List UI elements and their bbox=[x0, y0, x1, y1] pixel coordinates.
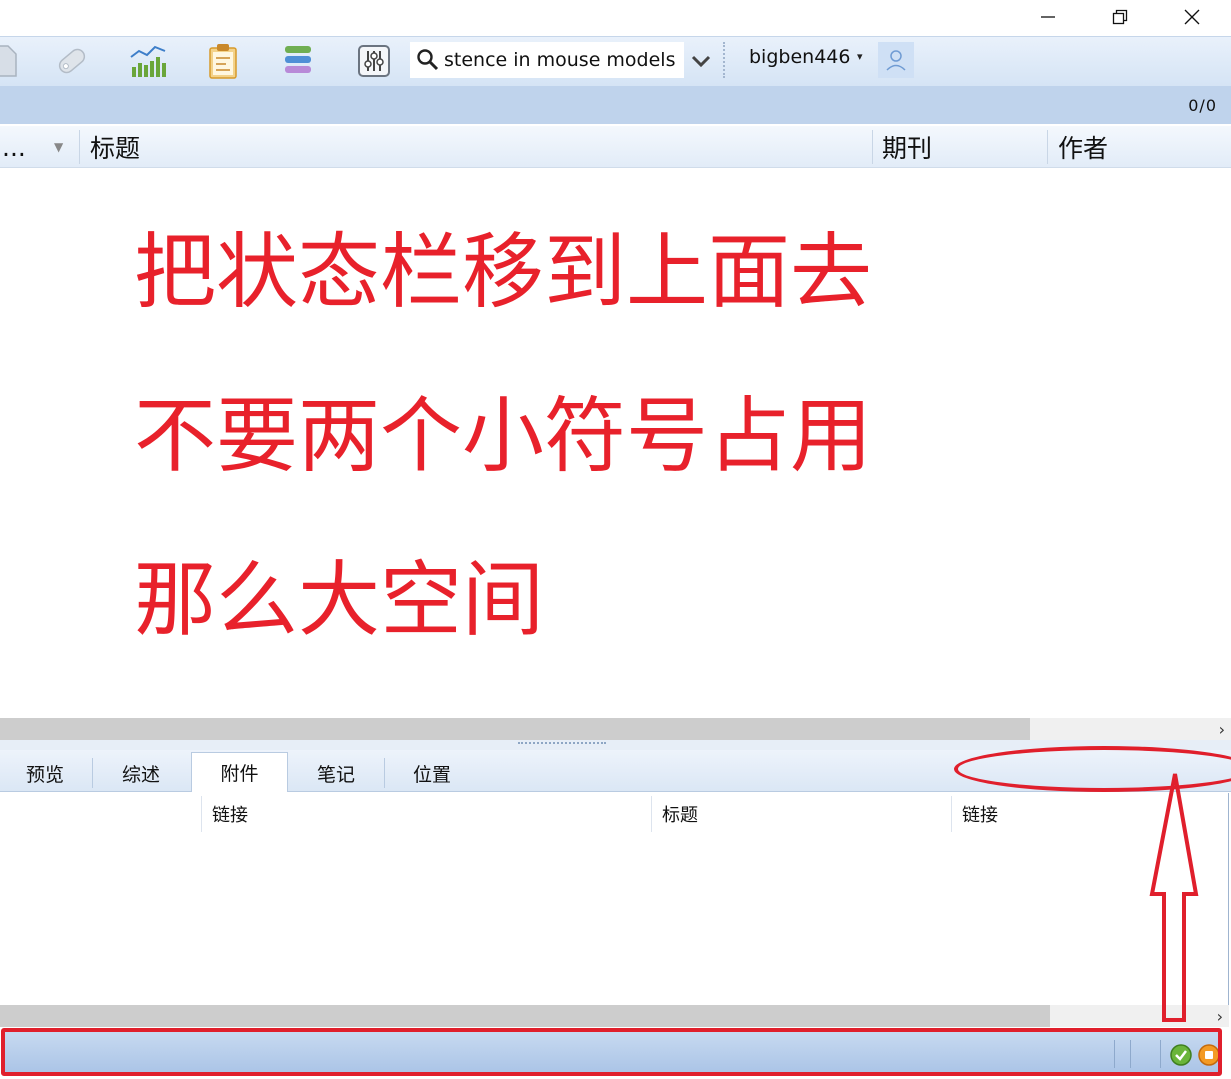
attachments-horizontal-scrollbar[interactable]: › bbox=[0, 1005, 1229, 1027]
column-header-journal[interactable]: 期刊 bbox=[882, 126, 932, 168]
annotation-line-3: 那么大空间 bbox=[134, 553, 545, 648]
column-header-title[interactable]: 标题 bbox=[90, 126, 140, 168]
restore-button[interactable] bbox=[1084, 0, 1156, 34]
column-divider[interactable] bbox=[872, 130, 873, 164]
annotation-line-2: 不要两个小符号占用 bbox=[134, 389, 873, 484]
attachment-column-link[interactable]: 链接 bbox=[201, 796, 248, 832]
scrollbar-thumb[interactable] bbox=[0, 1005, 1050, 1027]
tab-preview[interactable]: 预览 bbox=[0, 754, 90, 792]
document-icon[interactable] bbox=[0, 42, 22, 80]
scroll-right-icon[interactable]: › bbox=[1217, 1005, 1223, 1027]
column-label: ... bbox=[2, 132, 26, 162]
search-dropdown-button[interactable] bbox=[688, 48, 714, 74]
close-button[interactable] bbox=[1156, 0, 1228, 34]
tab-label: 附件 bbox=[220, 763, 259, 785]
restore-icon bbox=[1112, 9, 1128, 25]
tab-attachments[interactable]: 附件 bbox=[191, 752, 288, 792]
user-dropdown-icon[interactable]: ▾ bbox=[857, 50, 863, 63]
search-input[interactable]: stence in mouse models bbox=[410, 42, 684, 78]
tab-label: 综述 bbox=[121, 763, 160, 786]
column-label: 标题 bbox=[662, 805, 698, 826]
column-label: 标题 bbox=[90, 134, 141, 163]
tag-icon[interactable] bbox=[52, 42, 92, 80]
chevron-down-icon bbox=[691, 55, 711, 68]
column-label: 链接 bbox=[212, 805, 248, 826]
column-label: 链接 bbox=[962, 805, 998, 826]
splitter-grip[interactable] bbox=[518, 742, 606, 746]
search-value: stence in mouse models bbox=[444, 49, 676, 71]
annotation-up-arrow-icon bbox=[1149, 773, 1199, 1022]
equalizer-icon[interactable] bbox=[354, 42, 394, 80]
scrollbar-thumb[interactable] bbox=[0, 718, 1030, 740]
scroll-right-icon[interactable]: › bbox=[1219, 718, 1225, 740]
close-icon bbox=[1184, 9, 1200, 25]
annotation-line-1: 把状态栏移到上面去 bbox=[134, 225, 873, 320]
tab-label: 笔记 bbox=[316, 763, 355, 786]
tab-location[interactable]: 位置 bbox=[385, 754, 479, 792]
chart-icon[interactable] bbox=[128, 42, 168, 80]
column-divider[interactable] bbox=[1047, 130, 1048, 164]
username-label[interactable]: bigben446 bbox=[749, 46, 850, 68]
result-count: 0/0 bbox=[1188, 96, 1217, 115]
attachment-column-link-2[interactable]: 链接 bbox=[951, 796, 998, 832]
tab-label: 预览 bbox=[25, 763, 64, 786]
minimize-button[interactable] bbox=[1012, 0, 1084, 34]
column-header-author[interactable]: 作者 bbox=[1058, 126, 1108, 168]
user-icon bbox=[886, 50, 906, 71]
attachments-panel bbox=[0, 793, 1229, 1023]
title-bar bbox=[0, 0, 1231, 36]
tab-summary[interactable]: 综述 bbox=[93, 754, 189, 792]
list-horizontal-scrollbar[interactable]: › bbox=[0, 718, 1231, 740]
stack-icon[interactable] bbox=[279, 42, 319, 80]
clipboard-icon[interactable] bbox=[203, 42, 243, 80]
column-divider[interactable] bbox=[79, 130, 80, 164]
column-label: 期刊 bbox=[882, 134, 933, 163]
tab-label: 位置 bbox=[412, 763, 451, 786]
attachment-column-title[interactable]: 标题 bbox=[651, 796, 698, 832]
user-account-button[interactable] bbox=[878, 42, 914, 78]
annotation-status-bar-highlight bbox=[1, 1028, 1222, 1076]
column-label: 作者 bbox=[1058, 134, 1109, 163]
tab-notes[interactable]: 笔记 bbox=[288, 754, 384, 792]
minimize-icon bbox=[1041, 16, 1055, 18]
column-sort-icon[interactable]: ▼ bbox=[54, 126, 74, 168]
search-icon bbox=[417, 49, 439, 71]
column-header-collapsed[interactable]: ... bbox=[2, 126, 54, 168]
toolbar-separator bbox=[723, 42, 725, 78]
result-count-bar bbox=[0, 86, 1231, 124]
